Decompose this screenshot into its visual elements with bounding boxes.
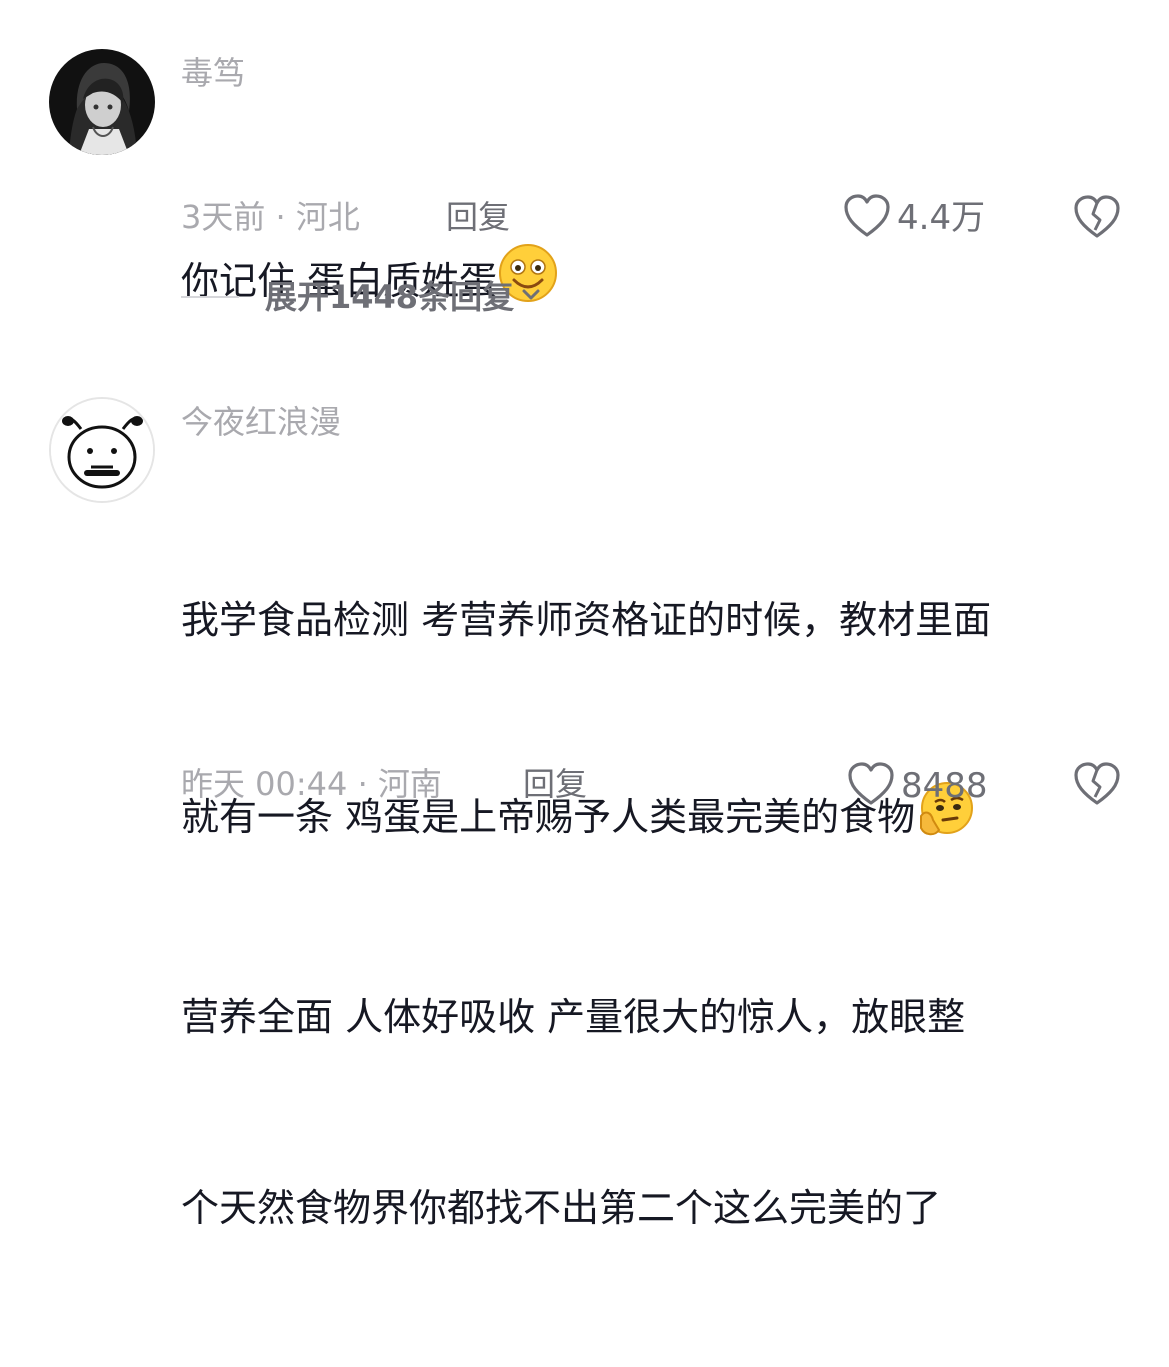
reply-button[interactable]: 回复 [446,197,510,237]
chevron-down-icon [520,284,542,310]
comment-meta: 昨天 00:44 · 河南 [181,765,442,803]
avatar[interactable] [49,397,155,503]
comment-line: 营养全面 人体好吸收 产量很大的惊人，放眼整 [181,995,966,1039]
expand-replies-label: 展开1448条回复 [265,278,515,316]
comment-line: 个天然食物界你都找不出第二个这么完美的了 [181,1185,942,1230]
broken-heart-icon [1073,762,1121,811]
doodle-face-image [51,399,153,501]
like-button[interactable]: 8488 [847,761,988,811]
dislike-button[interactable] [1073,761,1121,811]
comment-meta: 3天前 · 河北 [181,198,360,236]
broken-heart-icon [1073,195,1121,244]
dislike-button[interactable] [1073,194,1121,244]
divider-line [181,296,239,298]
comment-line: 我学食品检测 考营养师资格证的时候，教材里面 [181,598,992,642]
avatar[interactable] [49,49,155,155]
username[interactable]: 毒笃 [181,53,245,93]
anime-avatar-image [49,49,155,155]
heart-icon [843,193,891,243]
like-count: 8488 [901,766,988,806]
like-button[interactable]: 4.4万 [843,193,985,243]
reply-button[interactable]: 回复 [523,764,587,804]
comment-text: 我学食品检测 考营养师资格证的时候，教材里面 就有一条 鸡蛋是上帝赐予人类最完美… [181,462,1141,1367]
heart-icon [847,761,895,811]
username[interactable]: 今夜红浪漫 [181,402,341,442]
like-count: 4.4万 [897,198,986,238]
expand-replies-button[interactable]: 展开1448条回复 [181,277,542,317]
